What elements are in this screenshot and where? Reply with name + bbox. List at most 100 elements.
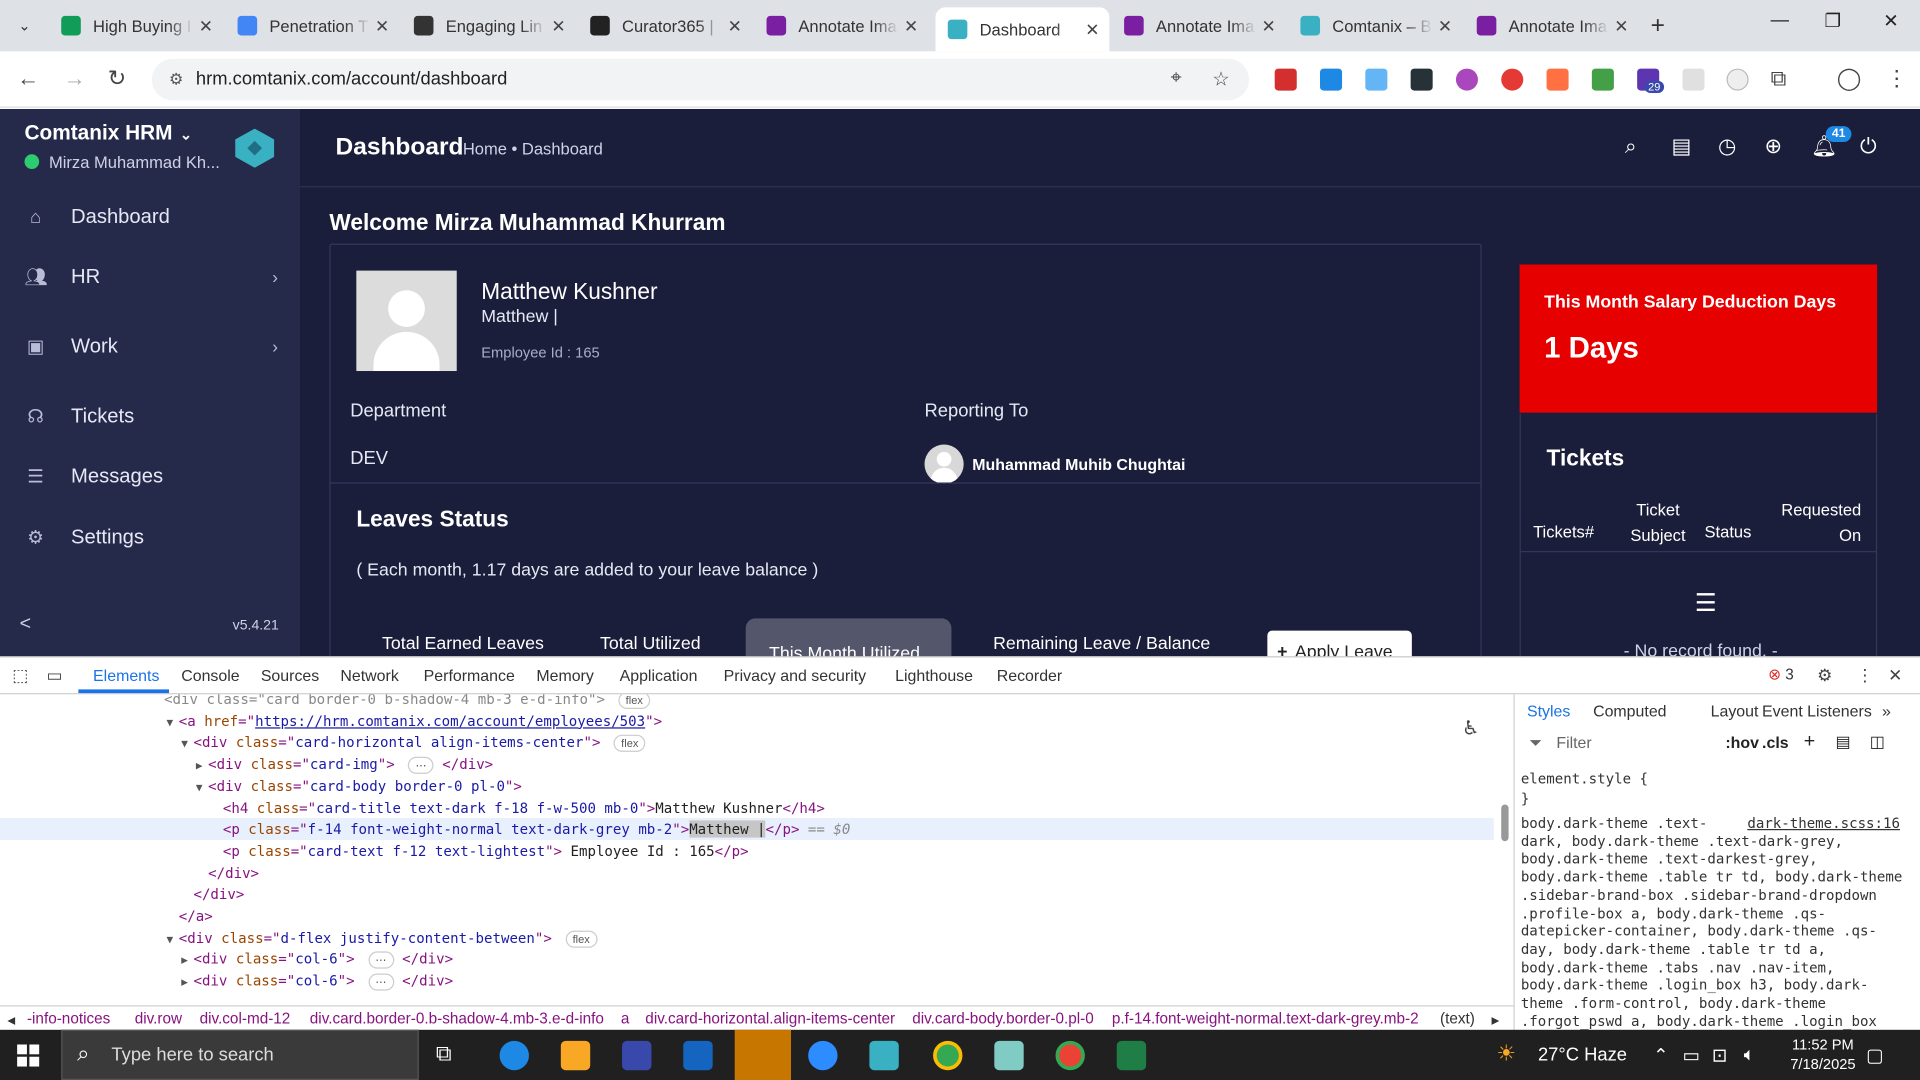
devtools-tab-privacy-and-security[interactable]: Privacy and security bbox=[724, 666, 866, 684]
task-view-icon[interactable]: ⧉ bbox=[436, 1041, 465, 1070]
weather-icon[interactable]: ☀ bbox=[1496, 1041, 1516, 1067]
close-tab-icon[interactable]: ✕ bbox=[551, 15, 565, 36]
chrome-icon[interactable] bbox=[933, 1040, 963, 1071]
dom-node-line[interactable]: <p class="f-14 font-weight-normal text-d… bbox=[0, 818, 1494, 841]
dom-node-line[interactable]: ▶ <div class="col-6"> ⋯ </div> bbox=[0, 970, 1494, 992]
accessibility-icon[interactable]: ♿︎ bbox=[1462, 716, 1480, 740]
dom-node-line[interactable]: <div class="card border-0 b-shadow-4 mb-… bbox=[0, 694, 1494, 710]
translate-extension-icon[interactable] bbox=[1546, 68, 1569, 91]
dom-node-line[interactable]: </div> bbox=[0, 862, 1494, 884]
devtools-tab-memory[interactable]: Memory bbox=[536, 666, 593, 684]
url-text[interactable]: hrm.comtanix.com/account/dashboard bbox=[196, 69, 507, 90]
hov-toggle[interactable]: :hov bbox=[1725, 733, 1759, 751]
styles-tab-computed[interactable]: Computed bbox=[1593, 702, 1666, 720]
sticky-notes-icon[interactable] bbox=[734, 1029, 792, 1080]
browser-tab[interactable]: Annotate Ima ✕ bbox=[754, 7, 928, 44]
dom-node-line[interactable]: ▶ <div class="col-6"> ⋯ </div> bbox=[0, 948, 1494, 970]
color-extension-icon[interactable] bbox=[1455, 68, 1478, 91]
minimize-icon[interactable]: — bbox=[1771, 10, 1789, 31]
close-tab-icon[interactable]: ✕ bbox=[728, 15, 742, 36]
dom-breadcrumb-item[interactable]: div.col-md-12 bbox=[200, 1010, 291, 1027]
sidebar-item-work[interactable]: ▣ Work › bbox=[0, 322, 300, 371]
weather-text[interactable]: 27°C Haze bbox=[1538, 1044, 1627, 1065]
extensions-puzzle-icon[interactable]: ⧉ bbox=[1771, 66, 1787, 92]
devtools-tab-lighthouse[interactable]: Lighthouse bbox=[895, 666, 973, 684]
browser-tab[interactable]: Annotate Ima ✕ bbox=[1465, 7, 1639, 44]
dom-node-line[interactable]: ▼ <div class="d-flex justify-content-betw… bbox=[0, 927, 1494, 949]
power-icon[interactable]: ⏻ bbox=[1860, 135, 1876, 159]
sidebar-item-tickets[interactable]: ☊ Tickets bbox=[0, 392, 300, 441]
new-rule-icon[interactable]: + bbox=[1804, 731, 1815, 753]
crumbs-left-icon[interactable]: ◂ bbox=[7, 1010, 15, 1028]
dom-node-line[interactable]: ▼ <div class="card-body border-0 pl-0"> bbox=[0, 775, 1494, 797]
zoom-icon[interactable] bbox=[808, 1040, 838, 1071]
taskbar-search[interactable]: ⌕ Type here to search bbox=[61, 1029, 419, 1080]
styles-tab-layout[interactable]: Layout bbox=[1711, 702, 1759, 720]
devtools-tab-console[interactable]: Console bbox=[181, 666, 239, 684]
paint-icon[interactable]: ▤ bbox=[1836, 732, 1851, 752]
reload-icon[interactable]: ↻ bbox=[108, 66, 126, 92]
notifications-icon[interactable]: ▢ bbox=[1866, 1044, 1883, 1067]
pdf-extension-icon[interactable] bbox=[1274, 68, 1297, 91]
close-tab-icon[interactable]: ✕ bbox=[1614, 15, 1628, 36]
battery-icon[interactable]: ▭ bbox=[1682, 1044, 1699, 1067]
styles-tab-event-listeners[interactable]: Event Listeners bbox=[1762, 702, 1872, 720]
close-tab-icon[interactable]: ✕ bbox=[375, 15, 389, 36]
store-icon[interactable] bbox=[622, 1040, 652, 1071]
dom-tree[interactable]: <div class="card border-0 b-shadow-4 mb-… bbox=[0, 694, 1494, 994]
dom-breadcrumb-item[interactable]: (text) bbox=[1440, 1010, 1475, 1027]
devtools-settings-icon[interactable]: ⚙ bbox=[1817, 665, 1832, 686]
devtools-tab-sources[interactable]: Sources bbox=[261, 666, 319, 684]
grey-extension-icon[interactable] bbox=[1682, 68, 1705, 91]
apply-leave-button[interactable]: + Apply Leave bbox=[1267, 630, 1412, 657]
dom-breadcrumb-item[interactable]: div.card.border-0.b-shadow-4.mb-3.e-d-in… bbox=[310, 1010, 604, 1027]
dom-breadcrumb-item[interactable]: p.f-14.font-weight-normal.text-dark-grey… bbox=[1112, 1010, 1419, 1027]
browser-tab[interactable]: Dashboard ✕ bbox=[935, 7, 1110, 52]
volume-icon[interactable]: 🔈︎ bbox=[1744, 1044, 1755, 1065]
employee-name[interactable]: Matthew Kushner bbox=[481, 278, 657, 305]
taskbar-search-input[interactable]: Type here to search bbox=[111, 1044, 273, 1065]
sidebar-item-hr[interactable]: 👥︎ HR › bbox=[0, 252, 300, 301]
crumbs-right-icon[interactable]: ▸ bbox=[1491, 1010, 1499, 1028]
style-source-link[interactable]: dark-theme.scss:16 bbox=[1747, 814, 1900, 831]
shield-extension-icon[interactable] bbox=[1320, 68, 1343, 91]
browser-tab[interactable]: High Buying I ✕ bbox=[49, 7, 223, 44]
sidebar-item-dashboard[interactable]: ⌂ Dashboard bbox=[0, 192, 300, 241]
profile-icon[interactable]: ◯ bbox=[1837, 66, 1862, 92]
more-tabs-icon[interactable]: » bbox=[1882, 702, 1891, 720]
clipboard-extension-icon[interactable] bbox=[1365, 68, 1388, 91]
dom-breadcrumb-item[interactable]: a bbox=[621, 1010, 630, 1027]
close-tab-icon[interactable]: ✕ bbox=[904, 15, 918, 36]
close-tab-icon[interactable]: ✕ bbox=[1262, 15, 1276, 36]
dom-breadcrumb-item[interactable]: div.row bbox=[135, 1010, 182, 1027]
forward-icon[interactable]: → bbox=[64, 66, 86, 92]
browser-tab[interactable]: Penetration T ✕ bbox=[225, 7, 399, 44]
dom-breadcrumb-item[interactable]: -info-notices bbox=[27, 1010, 110, 1027]
bookmark-star-icon[interactable]: ☆ bbox=[1212, 67, 1230, 91]
clock-icon[interactable]: ◷ bbox=[1718, 135, 1736, 159]
devtools-tab-application[interactable]: Application bbox=[620, 666, 698, 684]
cls-toggle[interactable]: .cls bbox=[1762, 733, 1789, 751]
devtools-menu-icon[interactable]: ⋮ bbox=[1856, 665, 1873, 686]
close-window-icon[interactable]: ✕ bbox=[1883, 10, 1898, 32]
pokeball-extension-icon[interactable] bbox=[1501, 68, 1524, 91]
dom-node-line[interactable]: ▶ <div class="card-img"> ⋯ </div> bbox=[0, 753, 1494, 775]
comtanix-app-icon[interactable] bbox=[869, 1040, 899, 1071]
dom-node-line[interactable]: <h4 class="card-title text-dark f-18 f-w… bbox=[0, 797, 1494, 819]
bw-extension-icon[interactable] bbox=[1591, 68, 1614, 91]
notepad-icon[interactable] bbox=[994, 1040, 1024, 1071]
back-icon[interactable]: ← bbox=[17, 66, 39, 92]
video-extension-icon[interactable] bbox=[1410, 68, 1433, 91]
windows-start-icon[interactable] bbox=[17, 1044, 40, 1067]
hat-extension-icon[interactable]: 29 bbox=[1637, 68, 1665, 94]
dom-node-line[interactable]: </div> bbox=[0, 883, 1494, 905]
devtools-close-icon[interactable]: ✕ bbox=[1888, 665, 1902, 686]
device-toolbar-icon[interactable]: ▭ bbox=[47, 665, 63, 686]
file-explorer-icon[interactable] bbox=[560, 1040, 591, 1071]
employee-avatar[interactable] bbox=[356, 270, 457, 372]
tray-chevron-icon[interactable]: ⌃ bbox=[1653, 1044, 1668, 1067]
sidebar-toggle-icon[interactable]: ◫ bbox=[1870, 732, 1885, 752]
dom-node-line[interactable]: </div> bbox=[0, 992, 1494, 995]
dom-breadcrumb-item[interactable]: div.card-horizontal.align-items-center bbox=[645, 1010, 895, 1027]
browser-tab[interactable]: Curator365 | ✕ bbox=[578, 7, 752, 44]
